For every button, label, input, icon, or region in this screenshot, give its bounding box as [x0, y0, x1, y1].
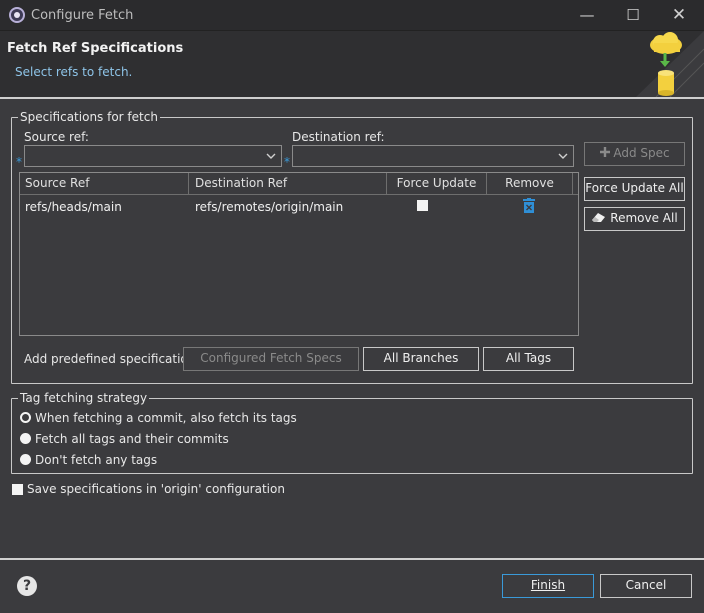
chevron-down-icon: [558, 153, 568, 159]
finish-button[interactable]: Finish: [502, 574, 594, 598]
table-header: Source Ref Destination Ref Force Update …: [20, 173, 578, 195]
specifications-legend: Specifications for fetch: [18, 109, 160, 125]
title-bar: Configure Fetch — ☐ ✕: [0, 0, 704, 31]
destination-ref-label: Destination ref:: [292, 130, 385, 144]
tag-option-label: When fetching a commit, also fetch its t…: [35, 411, 297, 425]
add-spec-label: Add Spec: [613, 146, 670, 160]
add-spec-button[interactable]: Add Spec: [584, 142, 685, 166]
save-specs-checkbox[interactable]: [12, 484, 23, 495]
column-header-destination-ref[interactable]: Destination Ref: [190, 173, 386, 195]
maximize-button[interactable]: ☐: [610, 0, 656, 31]
tag-option-label: Fetch all tags and their commits: [35, 432, 229, 446]
column-header-force-update[interactable]: Force Update: [387, 173, 486, 195]
help-icon[interactable]: ?: [17, 576, 37, 596]
plus-icon: [600, 147, 611, 157]
remove-all-label: Remove All: [610, 211, 678, 225]
all-branches-button[interactable]: All Branches: [363, 347, 479, 371]
column-divider: [188, 173, 189, 195]
remove-all-button[interactable]: Remove All: [584, 207, 685, 231]
page-subtitle: Select refs to fetch.: [15, 65, 133, 79]
radio-button[interactable]: [20, 433, 31, 444]
source-ref-combo[interactable]: [24, 145, 282, 167]
eclipse-app-icon: [9, 7, 25, 23]
force-update-all-button[interactable]: Force Update All: [584, 177, 685, 201]
page-title: Fetch Ref Specifications: [7, 41, 184, 56]
chevron-down-icon: [266, 153, 276, 159]
destination-ref-combo[interactable]: [292, 145, 574, 167]
required-marker: *: [16, 155, 22, 169]
all-tags-button[interactable]: All Tags: [483, 347, 574, 371]
cloud-fetch-database-icon: [636, 31, 704, 97]
footer-separator: [0, 558, 704, 560]
radio-button[interactable]: [20, 454, 31, 465]
tag-option-label: Don't fetch any tags: [35, 453, 158, 467]
close-button[interactable]: ✕: [656, 0, 702, 31]
column-header-source-ref[interactable]: Source Ref: [20, 173, 188, 195]
minimize-button[interactable]: —: [564, 0, 610, 31]
predefined-spec-label: Add predefined specification: [24, 352, 196, 366]
window-title: Configure Fetch: [31, 8, 134, 23]
tag-fetching-legend: Tag fetching strategy: [18, 390, 150, 406]
header-separator: [0, 97, 704, 99]
ref-specs-table[interactable]: Source Ref Destination Ref Force Update …: [19, 172, 579, 336]
column-divider: [572, 173, 573, 195]
force-update-checkbox[interactable]: [417, 200, 428, 211]
eraser-icon: [592, 213, 606, 222]
save-specs-label: Save specifications in 'origin' configur…: [27, 482, 285, 496]
source-ref-label: Source ref:: [24, 130, 89, 144]
required-marker: *: [284, 155, 290, 169]
cancel-button[interactable]: Cancel: [600, 574, 692, 598]
row-destination-ref: refs/remotes/origin/main: [195, 200, 344, 214]
finish-label: Finish: [530, 578, 566, 592]
trash-icon[interactable]: [522, 198, 536, 213]
configured-fetch-specs-button[interactable]: Configured Fetch Specs: [183, 347, 359, 371]
radio-button[interactable]: [20, 412, 31, 423]
row-source-ref: refs/heads/main: [25, 200, 122, 214]
column-header-remove[interactable]: Remove: [487, 173, 572, 195]
